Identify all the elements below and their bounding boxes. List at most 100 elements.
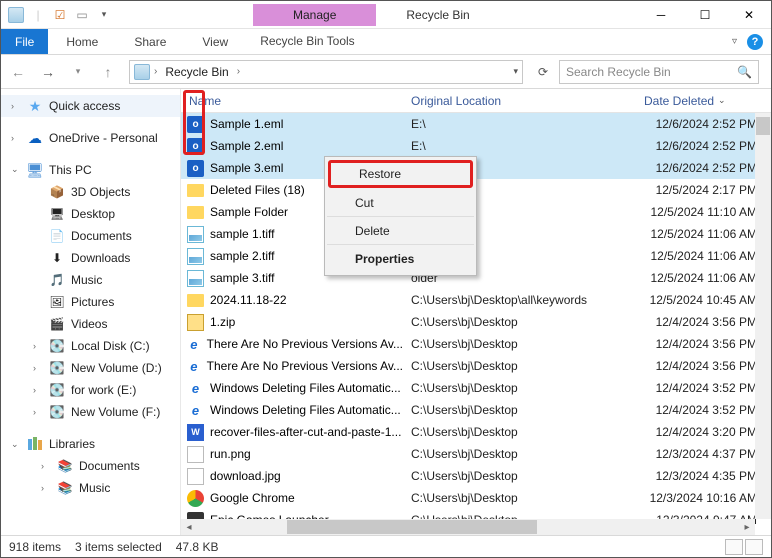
file-row[interactable]: Sample 2.emlE:\12/6/2024 2:52 PM	[181, 135, 771, 157]
nav-label: Music	[71, 273, 102, 287]
up-button[interactable]: ↑	[95, 59, 121, 85]
qat-divider: |	[29, 6, 47, 24]
breadcrumb-icon	[134, 64, 150, 80]
chevron-right-icon[interactable]: ›	[33, 363, 43, 373]
close-button[interactable]: ✕	[727, 1, 771, 29]
nav-this-pc[interactable]: ⌄ 🖥 This PC	[1, 159, 180, 181]
nav-pc-item[interactable]: 🎵 Music	[1, 269, 180, 291]
file-row[interactable]: 2024.11.18-22C:\Users\bj\Desktop\all\key…	[181, 289, 771, 311]
nav-pc-item[interactable]: ›💽New Volume (F:)	[1, 401, 180, 423]
nav-pc-item[interactable]: ›💽for work (E:)	[1, 379, 180, 401]
file-row[interactable]: Google ChromeC:\Users\bj\Desktop12/3/202…	[181, 487, 771, 509]
column-date-deleted[interactable]: Date Deleted⌄	[636, 89, 771, 112]
nav-libraries[interactable]: ⌄ Libraries	[1, 433, 180, 455]
help-icon[interactable]: ?	[747, 34, 763, 50]
chevron-right-icon[interactable]: ›	[33, 341, 43, 351]
file-row[interactable]: eThere Are No Previous Versions Av...C:\…	[181, 333, 771, 355]
file-row[interactable]: eThere Are No Previous Versions Av...C:\…	[181, 355, 771, 377]
nav-pc-item[interactable]: ›💽New Volume (D:)	[1, 357, 180, 379]
file-row[interactable]: download.jpgC:\Users\bj\Desktop12/3/2024…	[181, 465, 771, 487]
nav-lib-item[interactable]: ›📚Documents	[1, 455, 180, 477]
maximize-button[interactable]: ☐	[683, 1, 727, 29]
sort-desc-icon: ⌄	[718, 95, 726, 106]
forward-button[interactable]: →	[35, 59, 61, 85]
column-original-location[interactable]: Original Location	[403, 89, 636, 112]
chevron-right-icon[interactable]: ›	[11, 133, 21, 143]
context-menu-properties[interactable]: Properties	[327, 245, 474, 273]
horizontal-scrollbar[interactable]: ◂ ▸	[181, 519, 755, 535]
chevron-right-icon[interactable]: ›	[33, 407, 43, 417]
contextual-tab-manage[interactable]: Manage	[253, 4, 376, 26]
address-bar[interactable]: › Recycle Bin › ▾	[129, 60, 523, 84]
file-list-area[interactable]: Name Original Location Date Deleted⌄ Sam…	[181, 89, 771, 535]
file-row[interactable]: Sample 1.emlE:\12/6/2024 2:52 PM	[181, 113, 771, 135]
context-menu-delete[interactable]: Delete	[327, 217, 474, 245]
breadcrumb-sep-icon[interactable]: ›	[237, 66, 240, 77]
file-name: Google Chrome	[210, 491, 295, 505]
nav-pc-item[interactable]: ›💽Local Disk (C:)	[1, 335, 180, 357]
expand-ribbon-icon[interactable]: ▿	[732, 36, 737, 47]
address-dropdown-icon[interactable]: ▾	[513, 66, 518, 77]
file-tab[interactable]: File	[1, 29, 48, 54]
navigation-pane[interactable]: › ★ Quick access › ☁ OneDrive - Personal…	[1, 89, 181, 535]
nav-pc-item[interactable]: ⬇Downloads	[1, 247, 180, 269]
image-icon	[187, 248, 204, 265]
folder-icon	[187, 206, 204, 219]
refresh-button[interactable]: ⟳	[531, 60, 555, 84]
nav-onedrive[interactable]: › ☁ OneDrive - Personal	[1, 127, 180, 149]
context-menu-cut[interactable]: Cut	[327, 189, 474, 217]
breadcrumb-location[interactable]: Recycle Bin	[161, 63, 232, 81]
file-location: C:\Users\bj\Desktop	[403, 491, 636, 505]
nav-pc-item[interactable]: 🎬Videos	[1, 313, 180, 335]
back-button[interactable]: ←	[5, 59, 31, 85]
nav-pc-item[interactable]: 🖥Desktop	[1, 203, 180, 225]
chevron-right-icon[interactable]: ›	[11, 101, 21, 111]
scrollbar-thumb[interactable]	[756, 117, 770, 135]
view-details-icon[interactable]	[725, 539, 743, 555]
breadcrumb-sep-icon[interactable]: ›	[154, 66, 157, 77]
qat-delete-icon[interactable]: ▭	[73, 6, 91, 24]
view-thumbnails-icon[interactable]	[745, 539, 763, 555]
vertical-scrollbar[interactable]	[755, 113, 771, 519]
recycle-bin-tools-tab[interactable]: Recycle Bin Tools	[246, 29, 369, 54]
scroll-left-icon[interactable]: ◂	[181, 519, 197, 535]
file-row[interactable]: 1.zipC:\Users\bj\Desktop12/4/2024 3:56 P…	[181, 311, 771, 333]
home-tab[interactable]: Home	[48, 29, 116, 54]
qat-dropdown-icon[interactable]: ▾	[95, 6, 113, 24]
chevron-right-icon[interactable]: ›	[41, 461, 51, 471]
folder-icon: 💽	[49, 382, 65, 398]
file-date: 12/3/2024 4:37 PM	[636, 447, 771, 461]
file-date: 12/5/2024 11:06 AM	[636, 271, 771, 285]
minimize-button[interactable]: ─	[639, 1, 683, 29]
context-menu-restore[interactable]: Restore	[328, 160, 473, 188]
file-name: There Are No Previous Versions Av...	[207, 359, 403, 373]
file-row[interactable]: run.pngC:\Users\bj\Desktop12/3/2024 4:37…	[181, 443, 771, 465]
file-date: 12/6/2024 2:52 PM	[636, 139, 771, 153]
file-row[interactable]: eWindows Deleting Files Automatic...C:\U…	[181, 399, 771, 421]
scrollbar-thumb[interactable]	[287, 520, 537, 534]
nav-pc-item[interactable]: 📦3D Objects	[1, 181, 180, 203]
nav-quick-access[interactable]: › ★ Quick access	[1, 95, 180, 117]
view-tab[interactable]: View	[184, 29, 246, 54]
nav-pc-item[interactable]: 🖼Pictures	[1, 291, 180, 313]
column-name[interactable]: Name	[181, 89, 403, 112]
scroll-right-icon[interactable]: ▸	[739, 519, 755, 535]
folder-icon: 🎵	[49, 272, 65, 288]
recent-dropdown[interactable]: ▾	[65, 59, 91, 85]
file-row[interactable]: eWindows Deleting Files Automatic...C:\U…	[181, 377, 771, 399]
nav-pc-item[interactable]: 📄Documents	[1, 225, 180, 247]
chevron-down-icon[interactable]: ⌄	[11, 439, 21, 450]
file-row[interactable]: Wrecover-files-after-cut-and-paste-1...C…	[181, 421, 771, 443]
window-title: Recycle Bin	[406, 8, 469, 22]
folder-icon: 📄	[49, 228, 65, 244]
chevron-right-icon[interactable]: ›	[41, 483, 51, 493]
chevron-down-icon[interactable]: ⌄	[11, 164, 21, 175]
nav-lib-item[interactable]: ›📚Music	[1, 477, 180, 499]
share-tab[interactable]: Share	[116, 29, 184, 54]
folder-icon: 💽	[49, 338, 65, 354]
chevron-right-icon[interactable]: ›	[33, 385, 43, 395]
qat-properties-icon[interactable]: ☑	[51, 6, 69, 24]
file-name: Windows Deleting Files Automatic...	[210, 381, 401, 395]
file-location: C:\Users\bj\Desktop	[403, 337, 636, 351]
search-input[interactable]: Search Recycle Bin 🔍	[559, 60, 759, 84]
